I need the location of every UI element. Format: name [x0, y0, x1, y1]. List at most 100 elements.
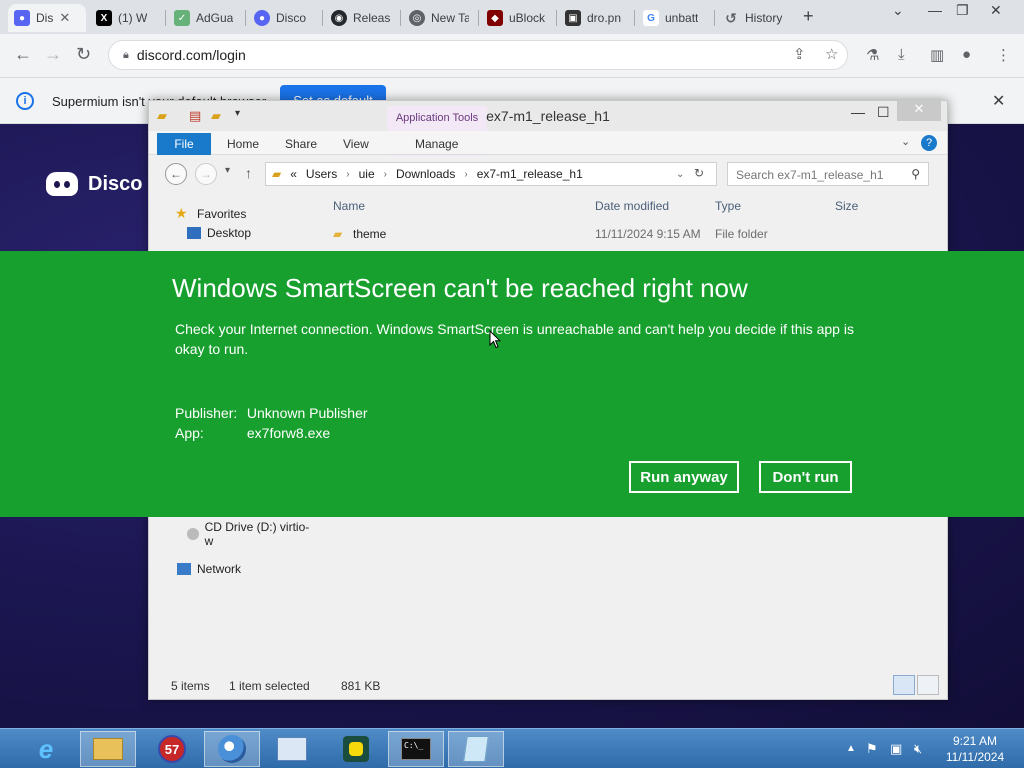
- forward-arrow-icon[interactable]: →: [44, 44, 62, 65]
- network-tray-icon[interactable]: ▣: [890, 741, 902, 757]
- chevron-right-icon[interactable]: ›: [346, 169, 349, 180]
- tab-history[interactable]: ↺ History: [717, 4, 799, 32]
- maximize-icon[interactable]: ☐: [877, 104, 890, 121]
- large-icons-view-icon[interactable]: [917, 675, 939, 695]
- menu-kebab-icon[interactable]: ⋮: [996, 46, 1011, 64]
- breadcrumb-uie[interactable]: uie: [359, 167, 375, 181]
- explorer-window-title: ex7-m1_release_h1: [486, 108, 610, 124]
- tab-ublock[interactable]: ◆ uBlock: [481, 4, 555, 32]
- nav-favorites-label: Favorites: [197, 206, 247, 221]
- ribbon-tab-share[interactable]: Share: [285, 137, 317, 151]
- publisher-label: Publisher:: [175, 405, 238, 421]
- taskbar-browser[interactable]: [204, 731, 260, 767]
- restore-icon[interactable]: ❐: [956, 2, 969, 19]
- refresh-icon[interactable]: ↻: [694, 166, 704, 180]
- download-icon[interactable]: ⤓: [898, 46, 905, 63]
- column-header-type[interactable]: Type: [715, 199, 741, 213]
- up-arrow-icon[interactable]: ↑: [245, 165, 252, 181]
- status-item-count: 5 items: [171, 679, 210, 693]
- reload-icon[interactable]: ↻: [76, 44, 91, 65]
- taskbar-command-prompt[interactable]: C:\_: [388, 731, 444, 767]
- nav-cd-drive[interactable]: CD Drive (D:) virtio-w: [187, 520, 314, 548]
- chevron-right-icon[interactable]: ›: [464, 169, 467, 180]
- close-window-icon[interactable]: ✕: [990, 2, 1002, 19]
- nav-network[interactable]: Network: [177, 562, 241, 576]
- new-tab-button[interactable]: +: [803, 6, 814, 27]
- minimize-icon[interactable]: —: [928, 2, 942, 18]
- smartscreen-dialog: Windows SmartScreen can't be reached rig…: [0, 251, 1024, 517]
- tab-separator: [322, 10, 323, 26]
- tab-label: unbatt: [665, 11, 699, 25]
- explorer-breadcrumb[interactable]: ▰ « Users › uie › Downloads › ex7-m1_rel…: [265, 162, 717, 186]
- run-anyway-button[interactable]: Run anyway: [629, 461, 739, 493]
- tab-separator: [245, 10, 246, 26]
- nav-desktop[interactable]: Desktop: [187, 226, 251, 240]
- tab-label: New Ta: [431, 11, 469, 25]
- discord-logo-text: Disco: [88, 172, 143, 195]
- tab-google[interactable]: G unbatt: [637, 4, 713, 32]
- chevron-right-icon[interactable]: ›: [384, 169, 387, 180]
- tab-x[interactable]: X (1) W: [90, 4, 162, 32]
- taskbar-app-notes[interactable]: [448, 731, 504, 767]
- chevron-down-icon[interactable]: ⌄: [676, 169, 684, 180]
- extensions-icon[interactable]: ⚗: [866, 46, 879, 64]
- tab-github[interactable]: ◉ Releas: [325, 4, 397, 32]
- info-icon: i: [16, 92, 34, 110]
- forward-arrow-icon[interactable]: →: [195, 163, 217, 185]
- share-icon[interactable]: ⇪: [793, 45, 806, 63]
- action-center-flag-icon[interactable]: ⚑: [866, 741, 878, 757]
- search-input[interactable]: Search ex7-m1_release_h1 ⚲: [727, 162, 929, 186]
- tab-discord-2[interactable]: ● Disco: [248, 4, 320, 32]
- taskbar-network-app[interactable]: [264, 731, 320, 767]
- table-row[interactable]: ▰ theme 11/11/2024 9:15 AM File folder: [319, 223, 889, 245]
- help-icon[interactable]: ?: [921, 135, 937, 151]
- tab-dropn[interactable]: ▣ dro.pn: [559, 4, 633, 32]
- expand-ribbon-icon[interactable]: ⌄: [901, 135, 910, 148]
- column-header-name[interactable]: Name: [333, 199, 365, 213]
- recent-locations-icon[interactable]: ▾: [225, 165, 230, 176]
- breadcrumb-users[interactable]: Users: [306, 167, 337, 181]
- column-header-size[interactable]: Size: [835, 199, 858, 213]
- explorer-status-bar: 5 items 1 item selected 881 KB: [149, 673, 947, 699]
- ribbon-tab-home[interactable]: Home: [227, 137, 259, 151]
- browser-toolbar: ← → ↻ 🔒︎ discord.com/login ⇪ ☆ ⚗ ⤓ ▥ ● ⋮: [0, 34, 1024, 78]
- dont-run-button[interactable]: Don't run: [759, 461, 852, 493]
- minimize-icon[interactable]: —: [851, 104, 865, 120]
- breadcrumb-downloads[interactable]: Downloads: [396, 167, 455, 181]
- close-icon[interactable]: ✕: [992, 91, 1005, 111]
- system-clock[interactable]: 9:21 AM 11/11/2024: [940, 733, 1010, 765]
- profile-icon[interactable]: ●: [962, 46, 971, 63]
- tab-discord[interactable]: ● Dis ✕: [8, 4, 86, 32]
- close-tab-icon[interactable]: ✕: [59, 10, 70, 26]
- shield-icon: ✓: [174, 10, 190, 26]
- app-icon: [343, 736, 369, 762]
- ribbon-tab-file[interactable]: File: [157, 133, 211, 155]
- nav-favorites[interactable]: ★ Favorites: [175, 205, 246, 222]
- ribbon-tab-view[interactable]: View: [343, 137, 369, 151]
- column-header-date-modified[interactable]: Date modified: [595, 199, 669, 213]
- breadcrumb-current-folder[interactable]: ex7-m1_release_h1: [477, 167, 583, 181]
- tab-separator: [165, 10, 166, 26]
- back-arrow-icon[interactable]: ←: [14, 44, 32, 65]
- star-icon[interactable]: ☆: [825, 45, 838, 63]
- tab-new-tab[interactable]: ◎ New Ta: [403, 4, 475, 32]
- back-arrow-icon[interactable]: ←: [165, 163, 187, 185]
- taskbar-app-green[interactable]: [328, 731, 384, 767]
- details-view-icon[interactable]: [893, 675, 915, 695]
- side-panel-icon[interactable]: ▥: [930, 46, 944, 64]
- tab-label: dro.pn: [587, 11, 622, 25]
- taskbar-internet-explorer[interactable]: e: [18, 731, 74, 767]
- address-bar[interactable]: 🔒︎ discord.com/login ⇪ ☆: [108, 40, 848, 70]
- discord-logo[interactable]: Disco: [46, 172, 142, 196]
- show-hidden-icons-icon[interactable]: ▲: [846, 743, 856, 754]
- ribbon-tab-manage[interactable]: Manage: [415, 137, 458, 151]
- search-placeholder: Search ex7-m1_release_h1: [736, 168, 884, 182]
- tab-search-icon[interactable]: ⌄: [892, 2, 904, 19]
- taskbar-supermium[interactable]: 57: [144, 731, 200, 767]
- close-window-icon[interactable]: ✕: [897, 101, 941, 121]
- breadcrumb-overflow[interactable]: «: [290, 167, 297, 181]
- taskbar-file-explorer[interactable]: [80, 731, 136, 767]
- tab-adguard[interactable]: ✓ AdGua: [168, 4, 244, 32]
- volume-muted-icon[interactable]: 🔇︎: [914, 741, 922, 757]
- tab-separator: [714, 10, 715, 26]
